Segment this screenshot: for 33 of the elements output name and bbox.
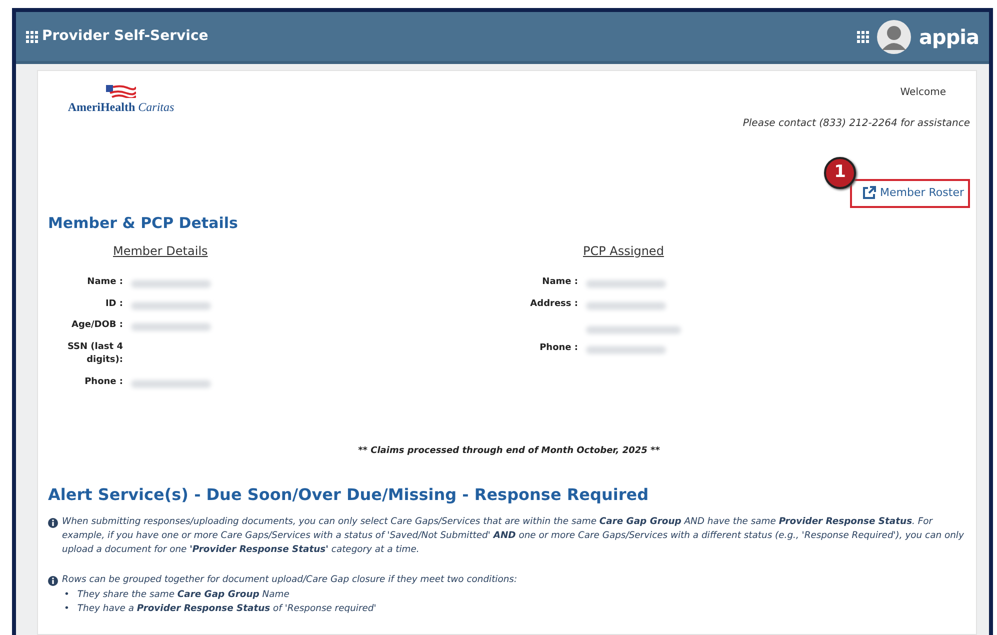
field-label: Name : — [541, 276, 578, 289]
details-heading: Member Details — [113, 243, 208, 260]
field-label: Address : — [529, 298, 578, 310]
bullet-marker: • — [64, 588, 70, 602]
app-title: Provider Self-Service — [42, 27, 208, 46]
bullet-item: They have a Provider Response Status of 'Response required' — [77, 602, 376, 616]
field-label: ID : — [104, 298, 123, 310]
contact-text: Please contact (833) 212-2264 for assistance — [742, 117, 970, 131]
bullet-item: They share the same Care Gap Group Name — [77, 588, 290, 602]
field-label: Phone : — [538, 342, 578, 354]
field-label: Phone : — [84, 376, 123, 388]
section-title: Member & PCP Details — [48, 212, 239, 234]
alert-section-title: Alert Service(s) - Due Soon/Over Due/Missing - Response Required — [48, 484, 650, 506]
grid-menu-icon[interactable] — [26, 30, 38, 42]
info-icon — [48, 576, 58, 586]
external-link-icon — [862, 186, 876, 200]
brand-wordmark: appia — [919, 24, 979, 50]
info-note: When submitting responses/uploading documents, you can only select Care Gaps/Services that are within the same Care Gap Group AND have the same Provider Response Status. For example, if you have one or more Care Gaps/Services with a status of 'Saved/Not Submitted' AND one or more Care Gaps/Services with a different status (e.g., 'Response Required'), you can only upload a document for one 'Provider Response Status' category at a time. — [62, 514, 965, 557]
welcome-text: Welcome — [900, 86, 946, 100]
details-heading: PCP Assigned — [583, 243, 664, 260]
member-roster-link[interactable]: Member Roster — [850, 179, 970, 208]
bullet-marker: • — [64, 602, 70, 616]
company-logo-text: AmeriHealth Caritas — [68, 99, 174, 116]
claims-note: ** Claims processed through end of Month October, 2025 ** — [357, 445, 661, 458]
info-icon — [48, 518, 58, 528]
app-grid-icon[interactable] — [857, 30, 870, 42]
callout-number-badge: 1 — [824, 157, 856, 189]
flag-logo-icon — [106, 85, 136, 98]
field-label: Name : — [86, 276, 123, 289]
info-note: Rows can be grouped together for document upload/Care Gap closure if they meet two conditions: — [62, 573, 518, 588]
user-avatar-icon[interactable] — [877, 20, 912, 54]
field-label: Age/DOB : — [70, 319, 123, 332]
field-label: SSN (last 4 digits): — [66, 340, 123, 367]
